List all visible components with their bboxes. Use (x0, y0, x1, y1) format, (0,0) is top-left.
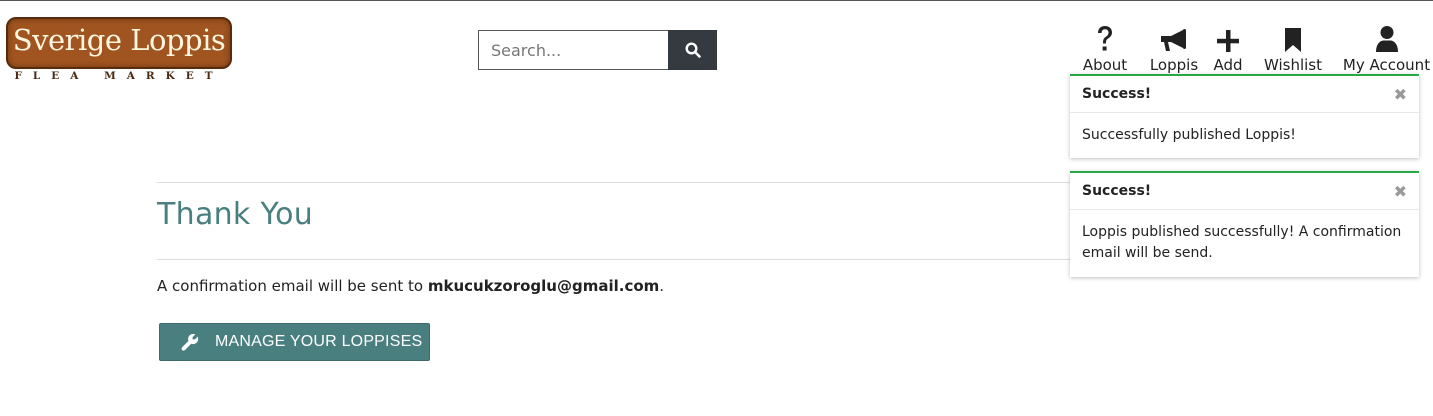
site-logo[interactable]: Sverige Loppis FLEA MARKET (6, 15, 234, 85)
wrench-icon (181, 333, 199, 351)
toast-success-1: Success! ✖ Successfully published Loppis… (1070, 74, 1419, 158)
email-address: mkucukzoroglu@gmail.com (427, 277, 660, 295)
plus-icon (1216, 21, 1240, 53)
nav-about-label: About (1082, 56, 1128, 74)
toast-success-2: Success! ✖ Loppis published successfully… (1070, 171, 1419, 277)
page-title: Thank You (157, 197, 314, 232)
search-icon (684, 42, 701, 58)
toast-header: Success! ✖ (1070, 173, 1419, 210)
nav-wishlist[interactable]: Wishlist (1262, 21, 1324, 75)
main-nav: About Loppis Add Wishlist My Account (1076, 21, 1433, 75)
message-suffix: . (659, 277, 665, 295)
manage-loppises-button[interactable]: MANAGE YOUR LOPPISES (159, 323, 430, 361)
close-icon[interactable]: ✖ (1394, 182, 1407, 201)
toast-body: Successfully published Loppis! (1082, 127, 1296, 143)
nav-add[interactable]: Add (1208, 21, 1248, 75)
user-icon (1375, 21, 1399, 53)
divider-bottom (157, 259, 1077, 260)
nav-loppis[interactable]: Loppis (1148, 21, 1200, 75)
nav-loppis-label: Loppis (1149, 56, 1199, 74)
message-prefix: A confirmation email will be sent to (157, 277, 428, 295)
logo-title: Sverige Loppis (12, 23, 226, 57)
logo-subtitle: FLEA MARKET (14, 70, 224, 82)
search-button[interactable] (668, 30, 717, 70)
nav-account[interactable]: My Account (1340, 21, 1433, 75)
nav-add-label: Add (1213, 56, 1243, 74)
manage-button-label: MANAGE YOUR LOPPISES (215, 333, 423, 350)
question-icon (1095, 21, 1115, 53)
megaphone-icon (1159, 21, 1189, 53)
toast-header: Success! ✖ (1070, 76, 1419, 113)
nav-wishlist-label: Wishlist (1263, 56, 1323, 74)
toast-title: Success! (1082, 183, 1152, 199)
bookmark-icon (1283, 21, 1303, 53)
confirmation-message: A confirmation email will be sent to mku… (157, 277, 664, 295)
close-icon[interactable]: ✖ (1394, 85, 1407, 104)
search-input[interactable] (478, 30, 668, 70)
search-form (478, 30, 717, 70)
divider-top (157, 182, 1077, 183)
toast-body: Loppis published successfully! A confirm… (1082, 224, 1402, 261)
toast-title: Success! (1082, 86, 1152, 102)
nav-about[interactable]: About (1076, 21, 1134, 75)
nav-account-label: My Account (1342, 56, 1431, 74)
